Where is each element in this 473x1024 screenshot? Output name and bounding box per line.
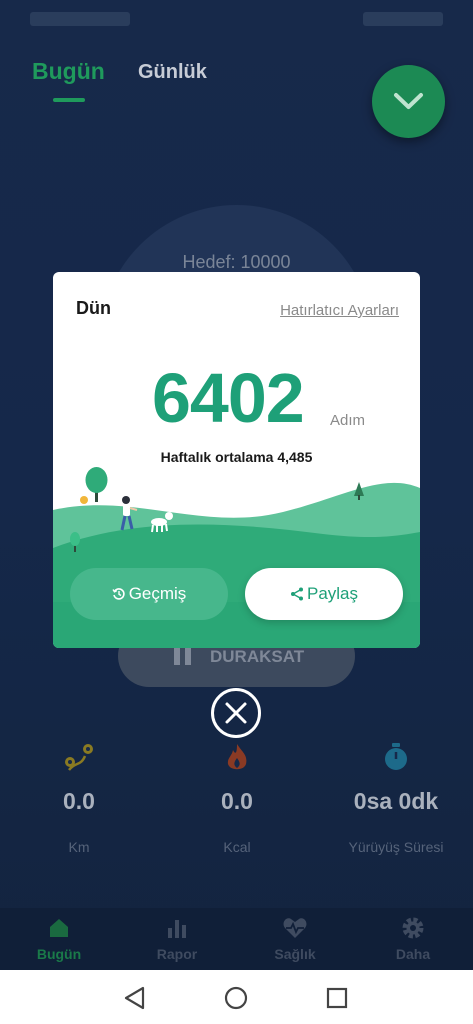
flame-icon	[157, 740, 317, 774]
history-button[interactable]: Geçmiş	[70, 568, 228, 620]
tab-daily[interactable]: Günlük	[138, 61, 207, 84]
dialog-title: Dün	[76, 298, 111, 318]
stat-calories: 0.0 Kcal	[157, 740, 317, 855]
nav-item-more[interactable]: Daha	[354, 916, 472, 962]
calories-label: Kcal	[223, 839, 251, 855]
calories-value: 0.0	[221, 788, 253, 814]
recents-square-icon[interactable]	[324, 985, 350, 1011]
gear-icon	[354, 916, 472, 942]
walk-time-label: Yürüyüş Süresi	[348, 839, 444, 855]
share-button[interactable]: Paylaş	[245, 568, 403, 620]
walking-scene-illustration	[53, 467, 420, 648]
route-icon	[0, 740, 159, 774]
steps-unit: Adım	[330, 412, 366, 429]
distance-label: Km	[68, 839, 90, 855]
bottom-nav: Bugün Rapor Sağlık Daha	[0, 908, 473, 970]
stat-distance: 0.0 Km	[0, 740, 159, 855]
goal-label: Hedef: 10000	[182, 252, 291, 272]
bar-chart-icon	[118, 916, 236, 942]
pause-label: DURAKSAT	[210, 647, 305, 666]
tab-today[interactable]: Bugün	[32, 58, 105, 85]
nav-label-more: Daha	[395, 946, 431, 962]
stopwatch-icon	[316, 740, 473, 774]
history-button-label: Geçmiş	[128, 584, 187, 603]
history-clock-icon	[112, 588, 125, 600]
steps-value: 6402	[152, 359, 305, 437]
chevron-down-icon	[394, 93, 423, 109]
nav-item-health[interactable]: Sağlık	[236, 916, 354, 962]
nav-label-health: Sağlık	[274, 946, 316, 962]
heart-pulse-icon	[236, 916, 354, 942]
nav-item-today[interactable]: Bugün	[0, 916, 118, 962]
distance-value: 0.0	[63, 788, 95, 814]
expand-button[interactable]	[372, 65, 445, 138]
walk-time-value: 0sa 0dk	[353, 788, 439, 814]
status-bar	[0, 0, 473, 40]
yesterday-summary-dialog: Dün Hatırlatıcı Ayarları 6402 Adım Hafta…	[53, 272, 420, 648]
nav-label-today: Bugün	[36, 946, 82, 962]
stats-row: 0.0 Km 0.0 Kcal 0sa 0dk Yürüyüş Süresi	[0, 740, 473, 860]
close-icon	[225, 702, 247, 724]
nav-item-report[interactable]: Rapor	[118, 916, 236, 962]
back-triangle-icon[interactable]	[122, 985, 148, 1011]
reminder-settings-link[interactable]: Hatırlatıcı Ayarları	[280, 302, 399, 319]
share-icon	[290, 587, 303, 601]
home-icon	[0, 916, 118, 942]
status-bar-right	[363, 12, 443, 26]
pause-icon	[174, 647, 192, 665]
status-bar-left	[30, 12, 130, 26]
nav-label-report: Rapor	[156, 946, 198, 962]
close-dialog-button[interactable]	[211, 688, 261, 738]
stat-walk-time: 0sa 0dk Yürüyüş Süresi	[316, 740, 473, 855]
system-navigation-bar	[0, 970, 473, 1024]
home-circle-icon[interactable]	[223, 985, 249, 1011]
tab-indicator	[53, 98, 85, 102]
share-button-label: Paylaş	[306, 584, 359, 603]
